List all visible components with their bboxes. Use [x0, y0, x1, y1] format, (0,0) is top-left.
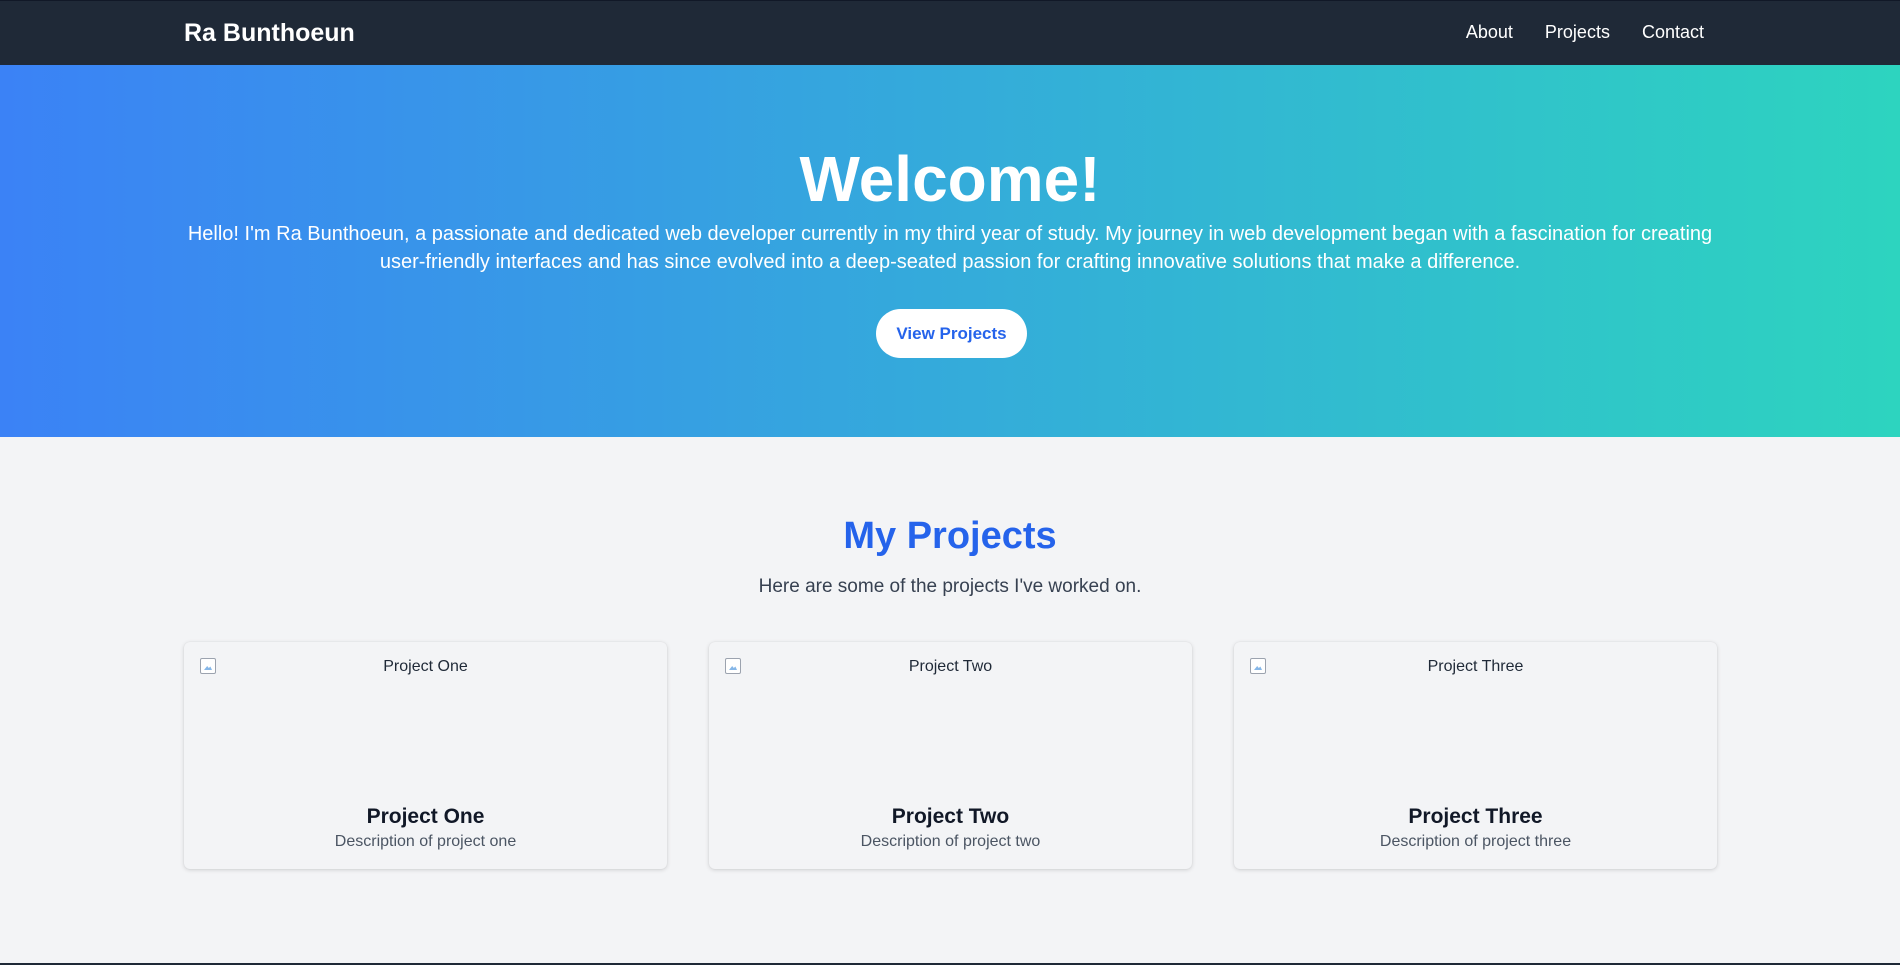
project-image-alt: Project Two [908, 658, 993, 675]
nav-link-contact[interactable]: Contact [1642, 22, 1704, 43]
project-image: Project Two [725, 658, 1176, 804]
hero-title: Welcome! [799, 143, 1101, 215]
project-card-one[interactable]: Project One Project One Description of p… [184, 642, 667, 869]
project-title: Project Two [891, 805, 1010, 828]
hero-intro: Hello! I'm Ra Bunthoeun, a passionate an… [187, 223, 1713, 273]
projects-subtitle: Here are some of the projects I've worke… [758, 576, 1142, 597]
projects-title: My Projects [843, 515, 1057, 557]
projects-section: My Projects Here are some of the project… [0, 437, 1900, 965]
broken-image-icon [1250, 658, 1266, 674]
project-card-two[interactable]: Project Two Project Two Description of p… [709, 642, 1192, 869]
site-brand[interactable]: Ra Bunthoeun [184, 19, 355, 48]
view-projects-button[interactable]: View Projects [876, 309, 1027, 358]
project-description: Description of project two [860, 833, 1041, 850]
navbar: Ra Bunthoeun About Projects Contact [0, 0, 1900, 65]
project-description: Description of project one [334, 833, 517, 850]
project-image-alt: Project Three [1427, 658, 1524, 675]
nav-links: About Projects Contact [1466, 22, 1704, 43]
nav-link-projects[interactable]: Projects [1545, 22, 1610, 43]
project-description: Description of project three [1379, 833, 1572, 850]
broken-image-icon [200, 658, 216, 674]
project-image: Project One [200, 658, 651, 804]
project-image-alt: Project One [383, 658, 468, 675]
hero-section: Welcome! Hello! I'm Ra Bunthoeun, a pass… [0, 65, 1900, 437]
broken-image-icon [725, 658, 741, 674]
project-image: Project Three [1250, 658, 1701, 804]
nav-link-about[interactable]: About [1466, 22, 1513, 43]
project-title: Project One [366, 805, 485, 828]
project-card-three[interactable]: Project Three Project Three Description … [1234, 642, 1717, 869]
project-title: Project Three [1408, 805, 1543, 828]
